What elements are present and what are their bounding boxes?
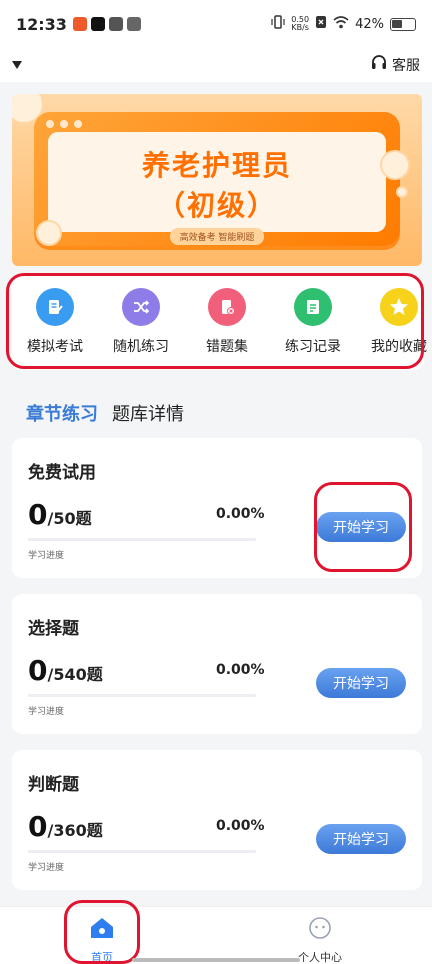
card-title: 判断题 bbox=[28, 775, 79, 795]
shortcut-label: 我的收藏 bbox=[371, 339, 427, 355]
progress-bar bbox=[28, 694, 256, 697]
count-total: /540题 bbox=[47, 665, 103, 684]
tab-chapter-practice[interactable]: 章节练习 bbox=[26, 400, 98, 426]
shortcut-label: 错题集 bbox=[206, 339, 248, 355]
battery-percent: 42% bbox=[355, 16, 384, 32]
shortcut-my-favorites[interactable]: 我的收藏 bbox=[356, 288, 432, 370]
banner-inner: 养老护理员 （初级） 高效备考 智能刷题 bbox=[48, 132, 386, 245]
progress-percent: 0.00% bbox=[216, 662, 265, 678]
progress-percent: 0.00% bbox=[216, 818, 265, 834]
shortcut-label: 练习记录 bbox=[285, 339, 341, 355]
home-icon bbox=[88, 915, 116, 945]
practice-card: 判断题 0 /360题 0.00% 学习进度 开始学习 bbox=[12, 750, 422, 890]
shuffle-icon bbox=[122, 288, 160, 326]
banner[interactable]: 养老护理员 （初级） 高效备考 智能刷题 bbox=[12, 94, 422, 266]
net-speed-unit: KB/s bbox=[291, 23, 309, 32]
shortcut-label: 模拟考试 bbox=[27, 339, 83, 355]
shortcut-label: 随机练习 bbox=[113, 339, 169, 355]
start-learning-button[interactable]: 开始学习 bbox=[316, 824, 406, 854]
decorative-dot bbox=[60, 120, 68, 128]
progress-label: 学习进度 bbox=[28, 551, 65, 561]
nav-home[interactable]: 首页 bbox=[88, 915, 116, 964]
bottom-nav: 首页 个人中心 bbox=[0, 906, 432, 964]
shortcut-practice-record[interactable]: 练习记录 bbox=[270, 288, 356, 370]
gesture-bar bbox=[132, 958, 300, 962]
shortcut-wrong-questions[interactable]: 错题集 bbox=[184, 288, 270, 370]
question-count: 0 /540题 bbox=[28, 654, 103, 687]
notification-app-icon bbox=[90, 17, 105, 31]
banner-title: 养老护理员 bbox=[141, 149, 292, 182]
notification-app-icon bbox=[72, 17, 87, 31]
wifi-icon bbox=[333, 15, 349, 33]
progress-bar bbox=[28, 850, 256, 853]
shortcut-bar: 模拟考试 随机练习 错题集 练习记录 我的收藏 bbox=[12, 276, 427, 370]
nav-profile[interactable]: 个人中心 bbox=[298, 915, 342, 964]
start-learning-button[interactable]: 开始学习 bbox=[316, 512, 406, 542]
count-done: 0 bbox=[28, 498, 48, 531]
progress-label: 学习进度 bbox=[28, 707, 65, 717]
exam-icon bbox=[36, 288, 74, 326]
count-total: /360题 bbox=[47, 821, 103, 840]
progress-bar bbox=[28, 538, 256, 541]
caret-down-icon[interactable] bbox=[12, 61, 22, 69]
notification-app-icon bbox=[126, 17, 141, 31]
notification-app-icon bbox=[108, 17, 123, 31]
decorative-bubble bbox=[380, 150, 410, 180]
progress-percent: 0.00% bbox=[216, 506, 265, 522]
customer-service-label: 客服 bbox=[392, 58, 420, 74]
decorative-bubble bbox=[396, 186, 408, 198]
net-speed: 0.50 KB/s bbox=[291, 16, 309, 32]
profile-icon bbox=[307, 915, 333, 945]
banner-tagline: 高效备考 智能刷题 bbox=[169, 228, 265, 245]
section-tabs: 章节练习 题库详情 bbox=[26, 400, 184, 426]
headset-icon bbox=[370, 54, 388, 76]
shortcut-random-practice[interactable]: 随机练习 bbox=[98, 288, 184, 370]
star-icon bbox=[380, 288, 418, 326]
status-time: 12:33 bbox=[16, 14, 67, 34]
shortcut-mock-exam[interactable]: 模拟考试 bbox=[12, 288, 98, 370]
sim-icon bbox=[315, 15, 327, 33]
battery-icon bbox=[390, 17, 416, 31]
practice-card: 免费试用 0 /50题 0.00% 学习进度 开始学习 bbox=[12, 438, 422, 578]
decorative-dot bbox=[74, 120, 82, 128]
title-bar: 客服 bbox=[0, 48, 432, 82]
question-count: 0 /360题 bbox=[28, 810, 103, 843]
nav-label: 首页 bbox=[91, 951, 113, 964]
count-done: 0 bbox=[28, 810, 48, 843]
customer-service-button[interactable]: 客服 bbox=[370, 54, 420, 76]
practice-card: 选择题 0 /540题 0.00% 学习进度 开始学习 bbox=[12, 594, 422, 734]
banner-card: 养老护理员 （初级） 高效备考 智能刷题 bbox=[34, 112, 400, 246]
nav-label: 个人中心 bbox=[298, 951, 342, 964]
count-done: 0 bbox=[28, 654, 48, 687]
start-learning-button[interactable]: 开始学习 bbox=[316, 668, 406, 698]
banner-subtitle: （初级） bbox=[156, 189, 277, 222]
question-count: 0 /50题 bbox=[28, 498, 92, 531]
status-bar: 12:33 0.50 KB/s 42% bbox=[0, 0, 432, 48]
decorative-dot bbox=[46, 120, 54, 128]
card-title: 选择题 bbox=[28, 619, 79, 639]
count-total: /50题 bbox=[47, 509, 92, 528]
card-title: 免费试用 bbox=[28, 463, 96, 483]
vibrate-icon bbox=[271, 15, 285, 33]
record-icon bbox=[294, 288, 332, 326]
wrong-book-icon bbox=[208, 288, 246, 326]
decorative-bubble bbox=[36, 220, 62, 246]
progress-label: 学习进度 bbox=[28, 863, 65, 873]
tab-bank-details[interactable]: 题库详情 bbox=[112, 400, 184, 426]
